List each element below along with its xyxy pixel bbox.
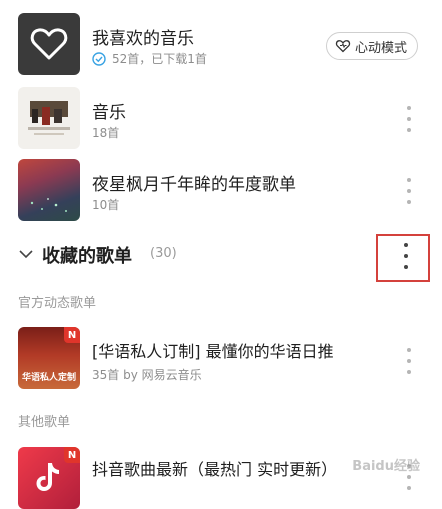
liked-music-title: 我喜欢的音乐 [92, 29, 194, 49]
other-playlists-label: 其他歌单 [18, 415, 71, 430]
collected-section-count: (30) [150, 246, 177, 261]
more-options-icon[interactable] [406, 178, 412, 204]
downloaded-check-icon [92, 51, 106, 66]
playlist-cover-art [28, 101, 70, 135]
playlist-count: 18首 [92, 126, 120, 140]
playlist-cover: N 华语私人定制 [18, 327, 80, 389]
playlist-cover [18, 87, 80, 149]
new-badge: N [64, 447, 80, 463]
liked-music-cover [18, 13, 80, 75]
playlist-row[interactable]: 音乐 18首 [0, 82, 442, 154]
playlist-row[interactable]: 夜星枫月千年眸的年度歌单 10首 [0, 154, 442, 226]
official-playlists-label: 官方动态歌单 [18, 296, 97, 311]
playlist-title: 夜星枫月千年眸的年度歌单 [92, 175, 296, 195]
liked-music-subtitle: 52首，已下载1首 [92, 50, 207, 67]
heart-mode-button[interactable]: 心动模式 [325, 32, 418, 60]
more-options-icon[interactable] [406, 106, 412, 132]
watermark: Baidu经验 [352, 455, 420, 474]
playlist-cover-text: 华语私人定制 [21, 373, 76, 383]
heart-mode-icon [335, 40, 351, 53]
new-badge: N [64, 327, 80, 343]
playlist-count: 10首 [92, 198, 120, 212]
liked-music-row[interactable]: 我喜欢的音乐 52首，已下载1首 心动模式 [0, 0, 442, 82]
playlist-cover [18, 159, 80, 221]
official-playlist-row[interactable]: N 华语私人定制 [华语私人订制] 最懂你的华语日推 35首 by 网易云音乐 [0, 322, 442, 394]
playlist-title: [华语私人订制] 最懂你的华语日推 [92, 342, 334, 361]
collected-section-title: 收藏的歌单 [42, 246, 132, 267]
section-more-options-icon[interactable] [403, 243, 409, 269]
heart-icon [30, 28, 68, 60]
heart-mode-label: 心动模式 [354, 40, 407, 56]
playlist-title: 抖音歌曲最新（最热门 实时更新） [92, 460, 338, 479]
playlist-cover: N [18, 447, 80, 509]
collected-section-header[interactable]: 收藏的歌单 (30) [0, 230, 442, 282]
playlist-subtitle: 35首 by 网易云音乐 [92, 368, 202, 382]
liked-music-subtitle-text: 52首，已下载1首 [112, 52, 207, 66]
playlist-title: 音乐 [92, 103, 126, 123]
playlist-cover-art [30, 198, 67, 212]
chevron-down-icon[interactable] [18, 246, 34, 262]
more-options-icon[interactable] [406, 348, 412, 374]
watermark-text: Baidu经验 [352, 459, 420, 474]
